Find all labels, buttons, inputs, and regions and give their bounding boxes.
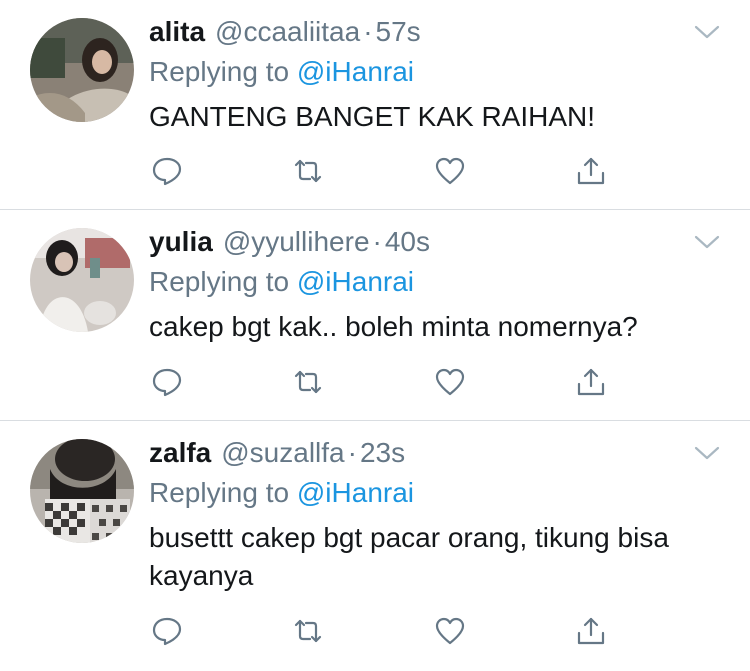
share-icon[interactable] — [573, 153, 609, 189]
user-handle[interactable]: @suzallfa — [221, 435, 344, 471]
tweet-actions — [149, 364, 609, 400]
share-icon[interactable] — [573, 364, 609, 400]
tweet[interactable]: alita @ccaaliitaa · 57s Replying to @iHa… — [0, 0, 750, 210]
replying-prefix: Replying to — [149, 266, 290, 297]
display-name[interactable]: yulia — [149, 224, 213, 260]
timestamp[interactable]: 23s — [360, 435, 405, 471]
avatar[interactable] — [30, 228, 134, 332]
tweet-content: zalfa @suzallfa · 23s Replying to @iHanr… — [149, 435, 730, 595]
tweet-actions — [149, 153, 609, 189]
timestamp[interactable]: 57s — [376, 14, 421, 50]
avatar[interactable] — [30, 439, 134, 543]
tweet-header: alita @ccaaliitaa · 57s — [149, 14, 730, 50]
tweet-header: zalfa @suzallfa · 23s — [149, 435, 730, 471]
tweet-text: GANTENG BANGET KAK RAIHAN! — [149, 101, 596, 132]
replying-to: Replying to @iHanrai — [149, 264, 730, 300]
tweet-content: alita @ccaaliitaa · 57s Replying to @iHa… — [149, 14, 730, 136]
chevron-down-icon[interactable] — [694, 234, 720, 250]
separator-dot: · — [372, 226, 382, 257]
tweet-content: yulia @yyullihere · 40s Replying to @iHa… — [149, 224, 730, 346]
user-handle[interactable]: @ccaaliitaa — [215, 14, 360, 50]
avatar[interactable] — [30, 18, 134, 122]
reply-feed: alita @ccaaliitaa · 57s Replying to @iHa… — [0, 0, 750, 671]
separator-dot: · — [363, 16, 373, 47]
retweet-icon[interactable] — [290, 153, 326, 189]
share-icon[interactable] — [573, 613, 609, 649]
heart-icon[interactable] — [432, 153, 468, 189]
replying-to: Replying to @iHanrai — [149, 475, 730, 511]
heart-icon[interactable] — [432, 364, 468, 400]
chevron-down-icon[interactable] — [694, 24, 720, 40]
tweet-header: yulia @yyullihere · 40s — [149, 224, 730, 260]
mention-link[interactable]: @iHanrai — [297, 266, 414, 297]
retweet-icon[interactable] — [290, 613, 326, 649]
separator-dot: · — [347, 437, 357, 468]
display-name[interactable]: zalfa — [149, 435, 211, 471]
display-name[interactable]: alita — [149, 14, 205, 50]
tweet[interactable]: yulia @yyullihere · 40s Replying to @iHa… — [0, 210, 750, 421]
mention-link[interactable]: @iHanrai — [297, 56, 414, 87]
tweet-text: busettt cakep bgt pacar orang, tikung bi… — [149, 522, 669, 591]
retweet-icon[interactable] — [290, 364, 326, 400]
replying-prefix: Replying to — [149, 477, 290, 508]
reply-icon[interactable] — [149, 613, 185, 649]
heart-icon[interactable] — [432, 613, 468, 649]
chevron-down-icon[interactable] — [694, 445, 720, 461]
reply-icon[interactable] — [149, 364, 185, 400]
user-handle[interactable]: @yyullihere — [223, 224, 370, 260]
replying-prefix: Replying to — [149, 56, 290, 87]
replying-to: Replying to @iHanrai — [149, 54, 730, 90]
reply-icon[interactable] — [149, 153, 185, 189]
tweet[interactable]: zalfa @suzallfa · 23s Replying to @iHanr… — [0, 421, 750, 671]
tweet-actions — [149, 613, 609, 649]
timestamp[interactable]: 40s — [385, 224, 430, 260]
tweet-text: cakep bgt kak.. boleh minta nomernya? — [149, 311, 638, 342]
mention-link[interactable]: @iHanrai — [297, 477, 414, 508]
